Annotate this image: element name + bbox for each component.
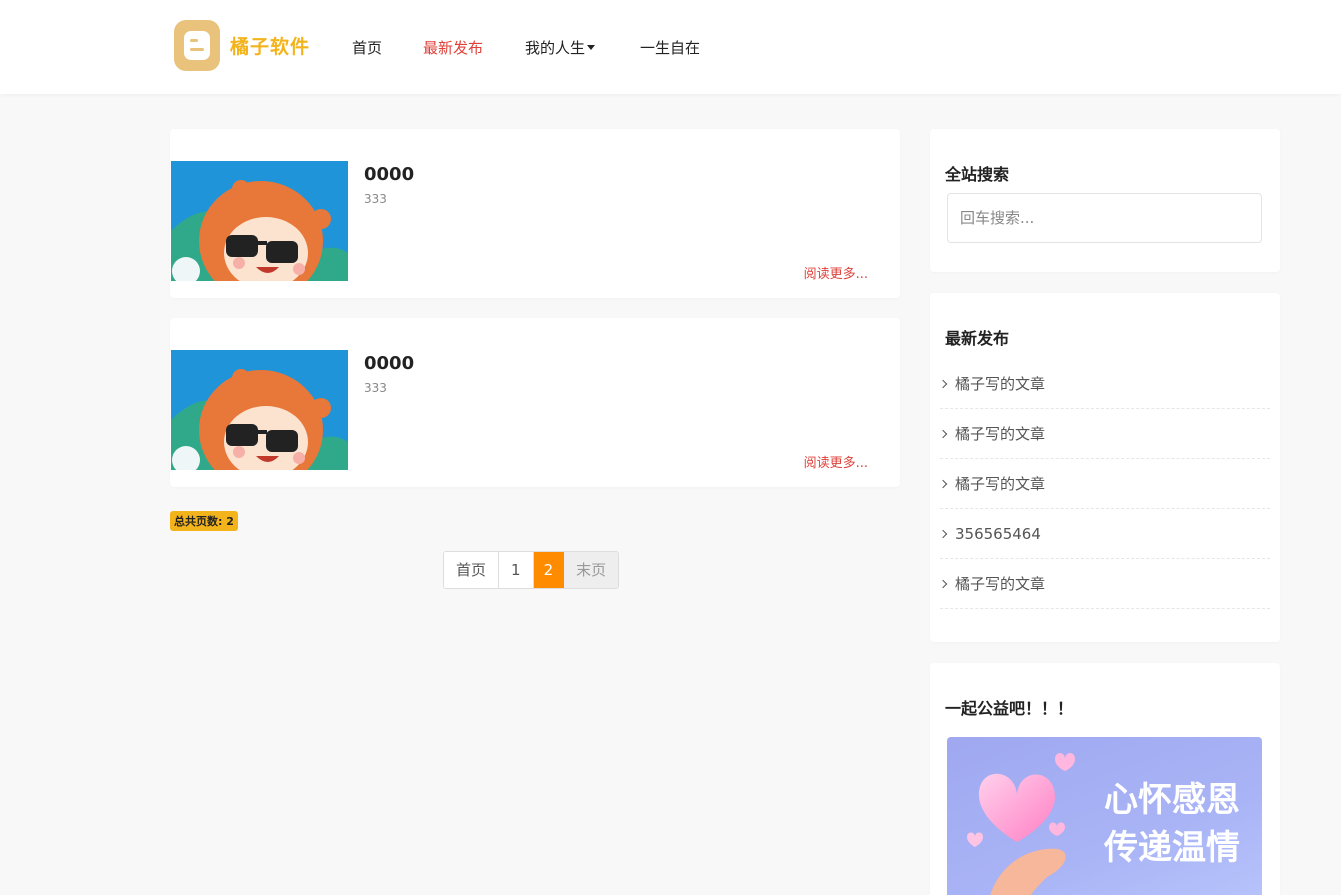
anime-character-image [171, 161, 348, 281]
total-pages-badge: 总共页数: 2 [170, 511, 238, 531]
post-card: 0000 333 阅读更多... [170, 318, 900, 487]
site-header: 橘子软件 首页 最新发布 我的人生 一生自在 [0, 0, 1341, 94]
page-2[interactable]: 2 [533, 552, 565, 588]
chevron-right-icon [938, 479, 948, 488]
search-widget-title: 全站搜索 [945, 165, 1010, 184]
list-item[interactable]: 橘子写的文章 [938, 359, 1270, 409]
page-first[interactable]: 首页 [444, 552, 500, 588]
banner-text-2: 传递温情 [1103, 828, 1240, 868]
read-more-link[interactable]: 阅读更多... [804, 263, 868, 282]
chevron-right-icon [938, 579, 948, 588]
list-item[interactable]: 橘子写的文章 [938, 409, 1270, 459]
post-thumbnail[interactable] [171, 350, 348, 470]
page-last[interactable]: 末页 [564, 552, 619, 588]
charity-banner[interactable]: 心怀感恩 传递温情 [947, 737, 1262, 895]
heart-hands-banner-image: 心怀感恩 传递温情 [967, 753, 1240, 895]
chevron-right-icon [938, 429, 948, 438]
nav-my-life-label: 我的人生 [525, 39, 586, 57]
post-card: 0000 333 阅读更多... [170, 129, 900, 298]
blogger-logo-icon [174, 20, 220, 71]
list-item[interactable]: 356565464 [938, 509, 1270, 559]
nav-home[interactable]: 首页 [352, 37, 382, 58]
logo-text: 橘子软件 [230, 36, 311, 58]
nav-my-life[interactable]: 我的人生 [525, 37, 596, 58]
chevron-right-icon [938, 379, 948, 388]
chevron-right-icon [938, 529, 948, 538]
list-item[interactable]: 橘子写的文章 [938, 459, 1270, 509]
site-search-input[interactable] [947, 193, 1262, 243]
read-more-link[interactable]: 阅读更多... [804, 452, 868, 471]
banner-text-1: 心怀感恩 [1104, 780, 1240, 820]
search-widget: 全站搜索 [930, 129, 1280, 272]
post-title[interactable]: 0000 [364, 353, 414, 374]
latest-widget: 最新发布 橘子写的文章 橘子写的文章 橘子写的文章 356565464 橘子写的… [930, 293, 1280, 642]
anime-character-image [171, 350, 348, 470]
nav-latest[interactable]: 最新发布 [423, 37, 483, 58]
site-logo[interactable]: 橘子软件 [174, 20, 310, 71]
charity-widget: 一起公益吧！！！ 心怀感恩 传递温情 [930, 663, 1280, 895]
pagination: 首页 1 2 末页 [443, 551, 620, 589]
nav-free-life[interactable]: 一生自在 [640, 37, 700, 58]
page-1[interactable]: 1 [499, 552, 534, 588]
post-title[interactable]: 0000 [364, 164, 414, 185]
latest-list: 橘子写的文章 橘子写的文章 橘子写的文章 356565464 橘子写的文章 [938, 359, 1270, 609]
post-description: 333 [364, 192, 387, 206]
list-item[interactable]: 橘子写的文章 [938, 559, 1270, 609]
caret-down-icon [587, 45, 596, 50]
post-thumbnail[interactable] [171, 161, 348, 281]
charity-widget-title: 一起公益吧！！！ [945, 699, 1074, 718]
latest-widget-title: 最新发布 [945, 329, 1010, 348]
post-description: 333 [364, 381, 387, 395]
